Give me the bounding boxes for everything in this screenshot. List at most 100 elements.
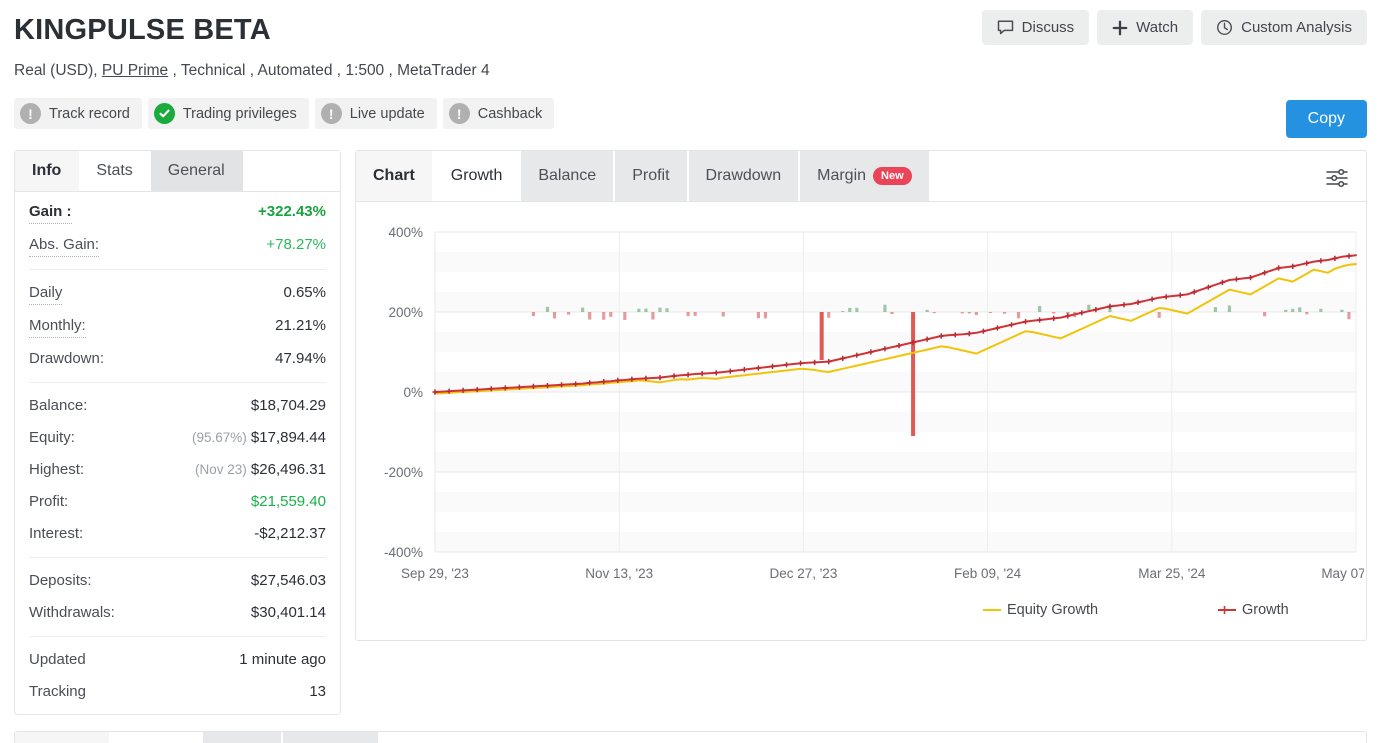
svg-text:Feb 09, '24: Feb 09, '24 xyxy=(954,566,1022,581)
main-content: Info Stats General Gain : +322.43% Abs. … xyxy=(14,150,1367,715)
row-balance: Balance: $18,704.29 xyxy=(29,390,326,422)
exclamation-icon: ! xyxy=(321,103,342,124)
custom-analysis-label: Custom Analysis xyxy=(1241,19,1352,36)
watch-button[interactable]: Watch xyxy=(1097,10,1193,45)
row-monthly: Monthly: 21.21% xyxy=(29,310,326,343)
plus-icon xyxy=(1112,20,1128,36)
row-deposits: Deposits: $27,546.03 xyxy=(29,565,326,597)
tab-margin[interactable]: Margin New xyxy=(800,151,929,201)
status-badge-track-record[interactable]: ! Track record xyxy=(14,98,142,129)
status-badge-cashback[interactable]: ! Cashback xyxy=(443,98,554,129)
row-profit: Profit: $21,559.40 xyxy=(29,486,326,518)
equity-value-group: (95.67%) $17,894.44 xyxy=(192,427,326,449)
page-header: KINGPULSE BETA Real (USD), PU Prime , Te… xyxy=(14,0,1367,150)
updated-value: 1 minute ago xyxy=(239,649,326,671)
comment-icon xyxy=(997,19,1014,36)
copy-button[interactable]: Copy xyxy=(1286,100,1367,138)
highest-amount: $26,496.31 xyxy=(251,461,326,478)
tab-profit[interactable]: Profit xyxy=(615,151,686,201)
svg-text:Growth: Growth xyxy=(1242,602,1289,618)
row-equity: Equity: (95.67%) $17,894.44 xyxy=(29,422,326,454)
bottom-panel: Trading Periods Goals Browser xyxy=(14,731,1367,743)
withdrawals-label: Withdrawals: xyxy=(29,602,115,624)
account-subtitle: Real (USD), PU Prime , Technical , Autom… xyxy=(14,61,1367,81)
divider xyxy=(29,636,326,637)
updated-label: Updated xyxy=(29,649,86,671)
tab-growth[interactable]: Growth xyxy=(434,151,520,201)
tab-periods[interactable]: Periods xyxy=(111,732,201,743)
abs-gain-value: +78.27% xyxy=(266,234,326,256)
row-tracking: Tracking 13 xyxy=(29,676,326,708)
equity-amount: $17,894.44 xyxy=(251,429,326,446)
tab-chart[interactable]: Chart xyxy=(356,151,432,201)
divider xyxy=(29,382,326,383)
tab-info[interactable]: Info xyxy=(15,151,79,191)
tab-stats[interactable]: Stats xyxy=(79,151,150,191)
status-badge-label: Live update xyxy=(350,106,425,122)
svg-text:Equity Growth: Equity Growth xyxy=(1007,602,1098,618)
gain-value: +322.43% xyxy=(258,201,326,223)
bottom-tabs: Trading Periods Goals Browser xyxy=(15,732,1366,743)
chart-panel: Chart Growth Balance Profit Drawdown Mar… xyxy=(355,150,1367,641)
monthly-label: Monthly: xyxy=(29,315,86,338)
tab-general[interactable]: General xyxy=(151,151,243,191)
sliders-icon[interactable] xyxy=(1324,165,1350,196)
highest-value-group: (Nov 23) $26,496.31 xyxy=(195,459,326,481)
withdrawals-value: $30,401.14 xyxy=(251,602,326,624)
discuss-label: Discuss xyxy=(1022,19,1075,36)
tab-drawdown[interactable]: Drawdown xyxy=(689,151,799,201)
daily-value: 0.65% xyxy=(283,282,326,304)
deposits-label: Deposits: xyxy=(29,570,92,592)
discuss-button[interactable]: Discuss xyxy=(982,10,1090,45)
status-badge-label: Track record xyxy=(49,106,130,122)
info-tabs: Info Stats General xyxy=(15,151,340,192)
status-badge-trading-privileges[interactable]: Trading privileges xyxy=(148,98,309,129)
header-actions: Discuss Watch Custom Analysis xyxy=(982,10,1367,45)
tracking-value: 13 xyxy=(309,681,326,703)
broker-link[interactable]: PU Prime xyxy=(102,62,168,79)
status-badge-label: Cashback xyxy=(478,106,542,122)
svg-text:Sep 29, '23: Sep 29, '23 xyxy=(401,566,469,581)
growth-chart: 400%200%0%-200%-400%Sep 29, '23Nov 13, '… xyxy=(356,202,1366,640)
tab-trading[interactable]: Trading xyxy=(15,732,109,743)
svg-text:-200%: -200% xyxy=(384,465,423,480)
row-gain: Gain : +322.43% xyxy=(29,196,326,229)
svg-text:Mar 25, '24: Mar 25, '24 xyxy=(1138,566,1206,581)
new-badge: New xyxy=(873,167,912,185)
clock-icon xyxy=(1216,19,1233,36)
svg-text:May 07, '24: May 07, '24 xyxy=(1321,566,1364,581)
gain-label: Gain : xyxy=(29,201,72,224)
highest-date: (Nov 23) xyxy=(195,462,247,477)
svg-text:400%: 400% xyxy=(388,225,423,240)
check-icon xyxy=(154,103,175,124)
abs-gain-label: Abs. Gain: xyxy=(29,234,99,257)
balance-value: $18,704.29 xyxy=(251,395,326,417)
tab-browser[interactable]: Browser xyxy=(283,732,378,743)
balance-label: Balance: xyxy=(29,395,87,417)
equity-percent: (95.67%) xyxy=(192,430,247,445)
tab-goals[interactable]: Goals xyxy=(203,732,281,743)
status-badge-live-update[interactable]: ! Live update xyxy=(315,98,437,129)
svg-text:200%: 200% xyxy=(388,305,423,320)
tab-balance[interactable]: Balance xyxy=(521,151,613,201)
svg-text:-400%: -400% xyxy=(384,545,423,560)
equity-label: Equity: xyxy=(29,427,75,449)
subtitle-prefix: Real (USD), xyxy=(14,62,102,79)
growth-chart-svg[interactable]: 400%200%0%-200%-400%Sep 29, '23Nov 13, '… xyxy=(356,202,1364,640)
exclamation-icon: ! xyxy=(20,103,41,124)
divider xyxy=(29,269,326,270)
page-root: KINGPULSE BETA Real (USD), PU Prime , Te… xyxy=(0,0,1381,743)
info-panel: Info Stats General Gain : +322.43% Abs. … xyxy=(14,150,341,715)
row-updated: Updated 1 minute ago xyxy=(29,644,326,676)
row-drawdown: Drawdown: 47.94% xyxy=(29,343,326,375)
exclamation-icon: ! xyxy=(449,103,470,124)
highest-label: Highest: xyxy=(29,459,84,481)
status-badges: ! Track record Trading privileges ! Live… xyxy=(14,98,1367,129)
watch-label: Watch xyxy=(1136,19,1178,36)
profit-value: $21,559.40 xyxy=(251,491,326,513)
subtitle-suffix: , Technical , Automated , 1:500 , MetaTr… xyxy=(168,62,489,79)
custom-analysis-button[interactable]: Custom Analysis xyxy=(1201,10,1367,45)
tracking-label: Tracking xyxy=(29,681,86,703)
row-interest: Interest: -$2,212.37 xyxy=(29,518,326,550)
row-daily: Daily 0.65% xyxy=(29,277,326,310)
